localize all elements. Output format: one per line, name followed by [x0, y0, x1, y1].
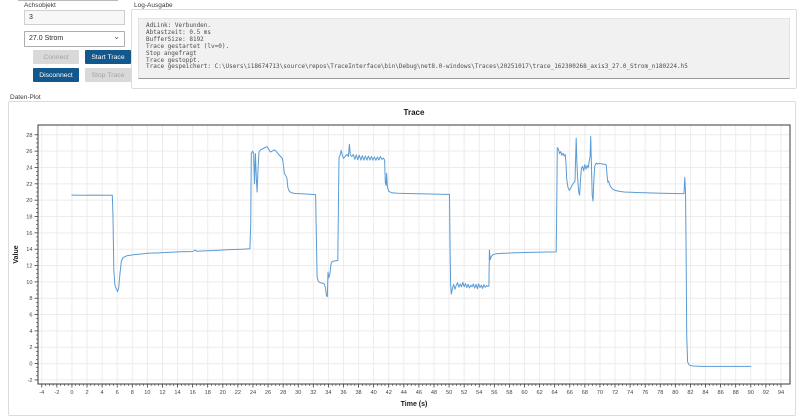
log-output-textbox[interactable]: AdLink: Verbunden. Abtastzeit: 0.5 ms Bu… [138, 18, 790, 79]
svg-text:66: 66 [567, 390, 573, 396]
svg-text:74: 74 [627, 390, 633, 396]
svg-text:76: 76 [642, 390, 648, 396]
svg-text:58: 58 [506, 390, 512, 396]
svg-text:10: 10 [26, 280, 32, 286]
log-line: AdLink: Verbunden. [146, 23, 789, 30]
grid-lines [38, 125, 790, 384]
svg-text:6: 6 [116, 390, 119, 396]
log-line: BufferSize: 8192 [146, 37, 789, 44]
svg-text:26: 26 [26, 149, 32, 155]
svg-text:28: 28 [280, 390, 286, 396]
log-line: Trace gespeichert: C:\Users\i18674713\so… [146, 64, 789, 71]
start-trace-button[interactable]: Start Trace [85, 50, 131, 64]
svg-text:12: 12 [26, 264, 32, 270]
svg-text:38: 38 [355, 390, 361, 396]
svg-text:36: 36 [340, 390, 346, 396]
log-line: Abtastzeit: 0.5 ms [146, 30, 789, 37]
svg-text:40: 40 [371, 390, 377, 396]
svg-text:46: 46 [416, 390, 422, 396]
svg-text:16: 16 [26, 231, 32, 237]
svg-text:24: 24 [250, 390, 256, 396]
axis-object-dropdown[interactable]: 27.0 Strom ⌄ [24, 31, 125, 47]
svg-text:50: 50 [446, 390, 452, 396]
plot-border [38, 125, 790, 384]
svg-text:70: 70 [597, 390, 603, 396]
svg-text:12: 12 [159, 390, 165, 396]
svg-text:90: 90 [748, 390, 754, 396]
svg-text:60: 60 [521, 390, 527, 396]
y-axis-ticks: -20246810121416182022242628 [26, 133, 38, 384]
svg-text:-2: -2 [54, 390, 59, 396]
log-line: Stop angefragt [146, 51, 789, 58]
svg-text:78: 78 [657, 390, 663, 396]
svg-text:92: 92 [763, 390, 769, 396]
y-axis-label: Value [13, 245, 20, 263]
svg-text:52: 52 [461, 390, 467, 396]
axis-index-value: 3 [29, 14, 33, 21]
svg-text:18: 18 [26, 215, 32, 221]
svg-text:84: 84 [702, 390, 708, 396]
x-axis-label: Time (s) [401, 401, 428, 408]
svg-text:14: 14 [26, 247, 32, 253]
svg-text:48: 48 [431, 390, 437, 396]
svg-text:80: 80 [672, 390, 678, 396]
svg-text:54: 54 [476, 390, 482, 396]
svg-text:18: 18 [205, 390, 211, 396]
svg-text:88: 88 [733, 390, 739, 396]
log-line: Trace gestartet (lv=0). [146, 44, 789, 51]
log-output-group-box: AdLink: Verbunden. Abtastzeit: 0.5 ms Bu… [131, 9, 797, 89]
svg-text:2: 2 [85, 390, 88, 396]
trace-line-chart: -4-2024681012141618202224262830323436384… [9, 102, 793, 413]
svg-text:8: 8 [131, 390, 134, 396]
svg-text:56: 56 [491, 390, 497, 396]
svg-text:16: 16 [190, 390, 196, 396]
data-plot-group-label: Daten-Plot [10, 94, 41, 101]
svg-text:14: 14 [174, 390, 180, 396]
svg-text:6: 6 [29, 313, 32, 319]
top-edge-line [18, 0, 118, 1]
svg-text:20: 20 [26, 198, 32, 204]
trace-series-line [72, 136, 751, 366]
svg-text:34: 34 [325, 390, 331, 396]
svg-text:94: 94 [778, 390, 784, 396]
svg-text:32: 32 [310, 390, 316, 396]
svg-text:86: 86 [717, 390, 723, 396]
svg-text:4: 4 [101, 390, 104, 396]
svg-text:24: 24 [26, 165, 32, 171]
svg-text:22: 22 [26, 182, 32, 188]
axis-object-selected-value: 27.0 Strom [29, 32, 63, 46]
svg-text:10: 10 [144, 390, 150, 396]
log-output-group-label: Log-Ausgabe [134, 2, 173, 9]
svg-text:28: 28 [26, 133, 32, 139]
disconnect-button[interactable]: Disconnect [33, 68, 79, 82]
chevron-down-icon: ⌄ [113, 33, 120, 41]
svg-text:8: 8 [29, 296, 32, 302]
axis-index-input[interactable]: 3 [24, 10, 125, 25]
svg-text:-2: -2 [28, 378, 33, 384]
svg-text:0: 0 [70, 390, 73, 396]
svg-text:44: 44 [401, 390, 407, 396]
svg-text:4: 4 [29, 329, 32, 335]
svg-text:0: 0 [29, 362, 32, 368]
data-plot-group-box: -4-2024681012141618202224262830323436384… [8, 101, 796, 416]
svg-text:2: 2 [29, 345, 32, 351]
svg-text:68: 68 [582, 390, 588, 396]
svg-text:64: 64 [552, 390, 558, 396]
chart-title: Trace [404, 108, 425, 117]
svg-text:62: 62 [536, 390, 542, 396]
stop-trace-button: Stop Trace [85, 68, 131, 82]
svg-text:22: 22 [235, 390, 241, 396]
svg-text:-4: -4 [39, 390, 44, 396]
svg-text:30: 30 [295, 390, 301, 396]
axis-object-label: Achsobjekt [24, 2, 56, 9]
svg-text:82: 82 [687, 390, 693, 396]
connect-button: Connect [33, 50, 79, 64]
svg-text:20: 20 [220, 390, 226, 396]
svg-text:42: 42 [386, 390, 392, 396]
svg-text:26: 26 [265, 390, 271, 396]
svg-text:72: 72 [612, 390, 618, 396]
